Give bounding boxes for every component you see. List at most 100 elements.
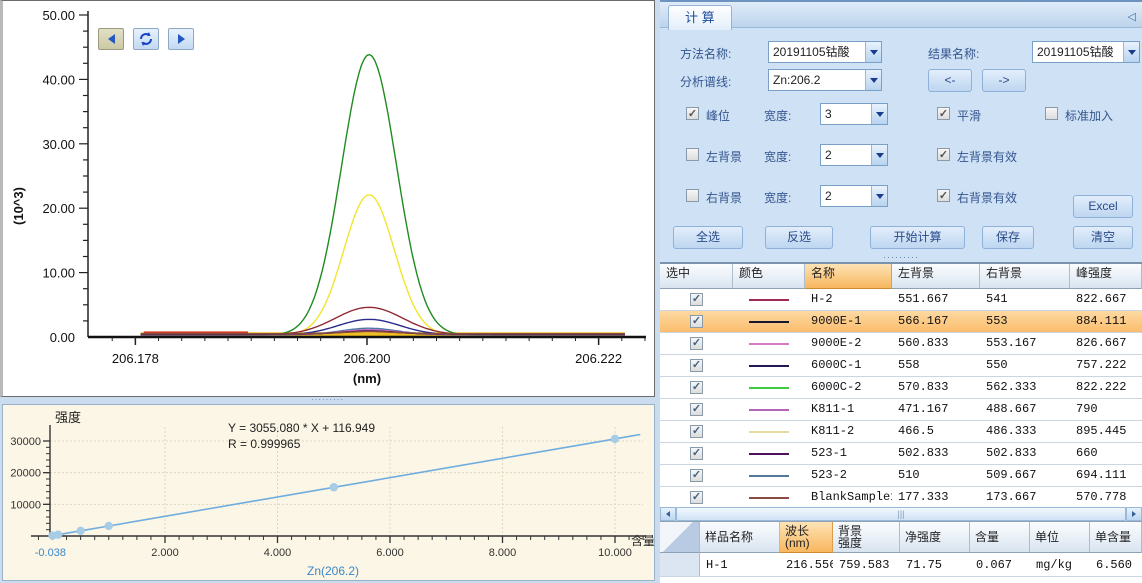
svg-text:Zn(206.2): Zn(206.2) bbox=[307, 564, 359, 578]
chevron-down-icon[interactable] bbox=[865, 42, 881, 62]
row-checkbox[interactable] bbox=[690, 337, 703, 350]
start-calculation-button[interactable]: 开始计算 bbox=[870, 226, 965, 249]
column-header[interactable]: 名称 bbox=[805, 264, 892, 289]
scroll-right-button[interactable] bbox=[1126, 507, 1142, 521]
selected-cell bbox=[660, 487, 733, 508]
svg-text:4.000: 4.000 bbox=[264, 547, 292, 559]
chevron-down-icon[interactable] bbox=[871, 104, 887, 124]
table-row[interactable]: 523-1502.833502.833660 bbox=[660, 443, 1142, 465]
result-row[interactable]: H-1216.556759.58371.750.067mg/kg6.560 bbox=[660, 553, 1142, 577]
chevron-down-icon[interactable] bbox=[1123, 42, 1139, 62]
table-row[interactable]: 6000C-2570.833562.333822.222 bbox=[660, 377, 1142, 399]
name-cell: 6000C-1 bbox=[805, 355, 892, 376]
save-button[interactable]: 保存 bbox=[982, 226, 1034, 249]
width2-select[interactable]: 2 bbox=[820, 144, 888, 166]
tab-calculate[interactable]: 计 算 bbox=[668, 5, 732, 30]
table-row[interactable]: 9000E-2560.833553.167826.667 bbox=[660, 333, 1142, 355]
scroll-left-button[interactable] bbox=[660, 507, 676, 521]
svg-text:10.000: 10.000 bbox=[598, 547, 632, 559]
row-checkbox[interactable] bbox=[690, 359, 703, 372]
invert-selection-button[interactable]: 反选 bbox=[765, 226, 833, 249]
row-checkbox[interactable] bbox=[690, 491, 703, 504]
column-header[interactable]: 单位 bbox=[1030, 522, 1090, 553]
left-bg-checkbox[interactable] bbox=[686, 148, 699, 161]
column-header[interactable]: 右背景 bbox=[980, 264, 1070, 289]
color-cell bbox=[733, 333, 805, 354]
arrow-left-icon bbox=[108, 34, 115, 44]
result-name-select[interactable]: 20191105钴酸 bbox=[1032, 41, 1140, 63]
series-color-line bbox=[749, 409, 789, 411]
column-header[interactable]: 左背景 bbox=[892, 264, 980, 289]
peak-position-checkbox[interactable] bbox=[686, 107, 699, 120]
table-row[interactable]: 6000C-1558550757.222 bbox=[660, 355, 1142, 377]
series-color-line bbox=[749, 365, 789, 367]
standard-addition-label: 标准加入 bbox=[1065, 107, 1113, 124]
series-color-line bbox=[749, 387, 789, 389]
left-bg-cell: 471.167 bbox=[892, 399, 980, 420]
collapse-panel-icon[interactable]: ◁ bbox=[1128, 10, 1136, 23]
row-checkbox[interactable] bbox=[690, 315, 703, 328]
row-checkbox[interactable] bbox=[690, 469, 703, 482]
table-row[interactable]: H-2551.667541822.667 bbox=[660, 289, 1142, 311]
table-row[interactable]: K811-2466.5486.333895.445 bbox=[660, 421, 1142, 443]
panel-splitter[interactable]: ········· bbox=[660, 253, 1142, 262]
table-row[interactable]: BlankSample1177.333173.667570.778 bbox=[660, 487, 1142, 509]
horizontal-splitter[interactable]: ········· bbox=[0, 397, 655, 404]
peak-position-label: 峰位 bbox=[706, 107, 730, 124]
standard-addition-checkbox[interactable] bbox=[1045, 107, 1058, 120]
width1-label: 宽度: bbox=[764, 107, 791, 124]
peak-intensity-cell: 826.667 bbox=[1070, 333, 1142, 354]
column-header[interactable]: 选中 bbox=[660, 264, 733, 289]
column-header[interactable]: 背景 强度 bbox=[833, 522, 900, 553]
excel-button[interactable]: Excel bbox=[1073, 195, 1133, 218]
width3-select[interactable]: 2 bbox=[820, 185, 888, 207]
row-checkbox[interactable] bbox=[690, 381, 703, 394]
table-row[interactable]: 523-2510509.667694.111 bbox=[660, 465, 1142, 487]
result-cell: 71.75 bbox=[900, 553, 970, 576]
peak-intensity-cell: 694.111 bbox=[1070, 465, 1142, 486]
left-bg-label: 左背景 bbox=[706, 148, 742, 165]
table-row[interactable]: 9000E-1566.167553884.111 bbox=[660, 311, 1142, 333]
column-header[interactable]: 含量 bbox=[970, 522, 1030, 553]
select-all-button[interactable]: 全选 bbox=[673, 226, 743, 249]
peak-intensity-cell: 822.667 bbox=[1070, 289, 1142, 310]
column-header[interactable]: 样品名称 bbox=[700, 522, 780, 553]
column-header[interactable]: 净强度 bbox=[900, 522, 970, 553]
row-checkbox[interactable] bbox=[690, 293, 703, 306]
column-header[interactable]: 波长 (nm) bbox=[780, 522, 833, 553]
chevron-down-icon[interactable] bbox=[871, 145, 887, 165]
clear-button[interactable]: 清空 bbox=[1073, 226, 1133, 249]
table-row[interactable]: K811-1471.167488.667790 bbox=[660, 399, 1142, 421]
row-checkbox[interactable] bbox=[690, 447, 703, 460]
prev-line-button[interactable]: <- bbox=[928, 69, 972, 92]
right-bg-valid-checkbox[interactable] bbox=[937, 189, 950, 202]
left-bg-cell: 502.833 bbox=[892, 443, 980, 464]
chevron-down-icon[interactable] bbox=[865, 70, 881, 90]
column-header[interactable]: 峰强度 bbox=[1070, 264, 1142, 289]
settings-form: 方法名称: 20191105钴酸 结果名称: 20191105钴酸 分析谱线: … bbox=[660, 28, 1142, 253]
spectra-table-body: H-2551.667541822.6679000E-1566.167553884… bbox=[660, 289, 1142, 509]
series-color-line bbox=[749, 453, 789, 455]
arrow-right-icon bbox=[1132, 511, 1136, 517]
next-line-button[interactable]: -> bbox=[982, 69, 1026, 92]
left-bg-cell: 551.667 bbox=[892, 289, 980, 310]
scrollbar-thumb[interactable] bbox=[676, 507, 1126, 521]
width1-select[interactable]: 3 bbox=[820, 103, 888, 125]
svg-text:R = 0.999965: R = 0.999965 bbox=[228, 437, 301, 451]
left-bg-valid-checkbox[interactable] bbox=[937, 148, 950, 161]
column-header[interactable]: 单含量 bbox=[1090, 522, 1142, 553]
refresh-button[interactable] bbox=[133, 28, 159, 50]
chevron-down-icon[interactable] bbox=[871, 186, 887, 206]
right-bg-checkbox[interactable] bbox=[686, 189, 699, 202]
smooth-checkbox[interactable] bbox=[937, 107, 950, 120]
peak-intensity-cell: 895.445 bbox=[1070, 421, 1142, 442]
prev-spectrum-button[interactable] bbox=[98, 28, 124, 50]
svg-text:强度: 强度 bbox=[55, 410, 81, 425]
method-name-select[interactable]: 20191105钴酸 bbox=[768, 41, 882, 63]
analysis-line-select[interactable]: Zn:206.2 bbox=[768, 69, 882, 91]
column-header[interactable]: 颜色 bbox=[733, 264, 805, 289]
row-checkbox[interactable] bbox=[690, 425, 703, 438]
next-spectrum-button[interactable] bbox=[168, 28, 194, 50]
table-corner-cell[interactable] bbox=[660, 522, 700, 553]
row-checkbox[interactable] bbox=[690, 403, 703, 416]
